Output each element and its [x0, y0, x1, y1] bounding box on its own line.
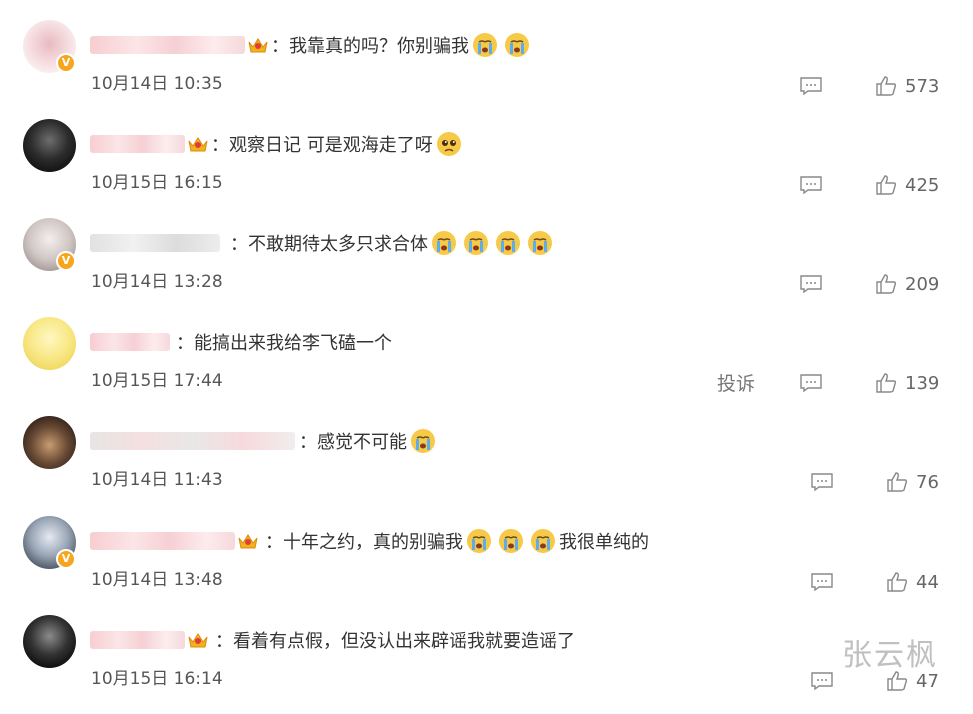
like-count: 76 [916, 471, 939, 493]
crying-emoji-icon [531, 529, 555, 553]
comment-item: V ：不敢期待太多只求合体 10月14日 13:28 209 [0, 218, 973, 317]
like-count: 573 [905, 75, 940, 97]
like-button[interactable]: 44 [886, 571, 939, 593]
comment-text: ：看着有点假，但没认出来辟谣我就要造谣了 [215, 631, 575, 652]
report-button[interactable]: 投诉 [717, 369, 755, 396]
crying-emoji-icon [499, 529, 523, 553]
comment-icon[interactable] [800, 275, 822, 293]
username-blurred[interactable] [90, 432, 295, 450]
crown-badge-icon [187, 134, 209, 154]
avatar[interactable] [23, 615, 76, 668]
comment-date: 10月15日 17:44 [91, 371, 223, 391]
comment-text: ：能搞出来我给李飞磕一个 [176, 333, 392, 354]
username-blurred[interactable] [90, 631, 185, 649]
thumbs-up-icon [876, 76, 897, 96]
comment-text: ：我靠真的吗？你别骗我 [271, 32, 533, 58]
avatar[interactable] [23, 119, 76, 172]
comment-date: 10月15日 16:14 [91, 669, 223, 689]
comment-item: ：观察日记 可是观海走了呀 10月15日 16:15 425 [0, 119, 973, 218]
crying-emoji-icon [528, 231, 552, 255]
comment-item: ：能搞出来我给李飞磕一个 10月15日 17:44 投诉 139 [0, 317, 973, 416]
like-count: 209 [905, 273, 940, 295]
comment-text: ：观察日记 可是观海走了呀 [211, 131, 465, 157]
comment-date: 10月14日 13:48 [91, 570, 223, 590]
comment-text: ：感觉不可能 [299, 428, 439, 454]
verified-badge-icon: V [56, 549, 76, 569]
username-blurred[interactable] [90, 36, 245, 54]
avatar[interactable]: V [23, 218, 76, 271]
pleading-emoji-icon [436, 132, 461, 156]
comment-icon[interactable] [800, 77, 822, 95]
crying-emoji-icon [411, 429, 435, 453]
comment-date: 10月15日 16:15 [91, 173, 223, 193]
username-blurred[interactable] [90, 135, 185, 153]
comment-date: 10月14日 10:35 [91, 74, 223, 94]
thumbs-up-icon [876, 373, 897, 393]
avatar[interactable]: V [23, 20, 76, 73]
like-button[interactable]: 209 [875, 273, 939, 295]
crown-badge-icon [187, 630, 209, 650]
comment-text: ：不敢期待太多只求合体 [230, 230, 556, 256]
crying-emoji-icon [473, 33, 497, 57]
verified-badge-icon: V [56, 251, 76, 271]
comment-text: ：十年之约，真的别骗我 我很单纯的 [265, 528, 649, 554]
crown-badge-icon [237, 531, 259, 551]
thumbs-up-icon [876, 274, 897, 294]
thumbs-up-icon [876, 175, 897, 195]
comment-icon[interactable] [811, 473, 833, 491]
crying-emoji-icon [432, 231, 456, 255]
username-blurred[interactable] [90, 234, 220, 252]
comment-icon[interactable] [800, 374, 822, 392]
watermark: 张云枫 [842, 638, 938, 673]
avatar[interactable] [23, 416, 76, 469]
comment-item: V ：我靠真的吗？你别骗我 10月14日 10:35 573 [0, 20, 973, 119]
comment-item: V ：十年之约，真的别骗我 我很单纯的 10月14日 13:48 44 [0, 516, 973, 615]
comment-icon[interactable] [800, 176, 822, 194]
comment-icon[interactable] [811, 573, 833, 591]
avatar[interactable] [23, 317, 76, 370]
crying-emoji-icon [467, 529, 491, 553]
username-blurred[interactable] [90, 333, 170, 351]
crying-emoji-icon [464, 231, 488, 255]
like-button[interactable]: 139 [875, 372, 939, 394]
like-count: 44 [916, 571, 939, 593]
like-button[interactable]: 573 [875, 75, 939, 97]
crying-emoji-icon [505, 33, 529, 57]
comment-date: 10月14日 13:28 [91, 272, 223, 292]
comment-item: ：看着有点假，但没认出来辟谣我就要造谣了 10月15日 16:14 47 [0, 615, 973, 714]
like-button[interactable]: 76 [886, 471, 939, 493]
thumbs-up-icon [887, 472, 908, 492]
comment-icon[interactable] [811, 672, 833, 690]
crying-emoji-icon [496, 231, 520, 255]
avatar[interactable]: V [23, 516, 76, 569]
comment-date: 10月14日 11:43 [91, 470, 223, 490]
username-blurred[interactable] [90, 532, 235, 550]
verified-badge-icon: V [56, 53, 76, 73]
like-count: 425 [905, 174, 940, 196]
comment-item: ：感觉不可能 10月14日 11:43 76 [0, 416, 973, 515]
like-button[interactable]: 425 [875, 174, 939, 196]
crown-badge-icon [247, 35, 269, 55]
thumbs-up-icon [887, 572, 908, 592]
like-count: 139 [905, 372, 940, 394]
